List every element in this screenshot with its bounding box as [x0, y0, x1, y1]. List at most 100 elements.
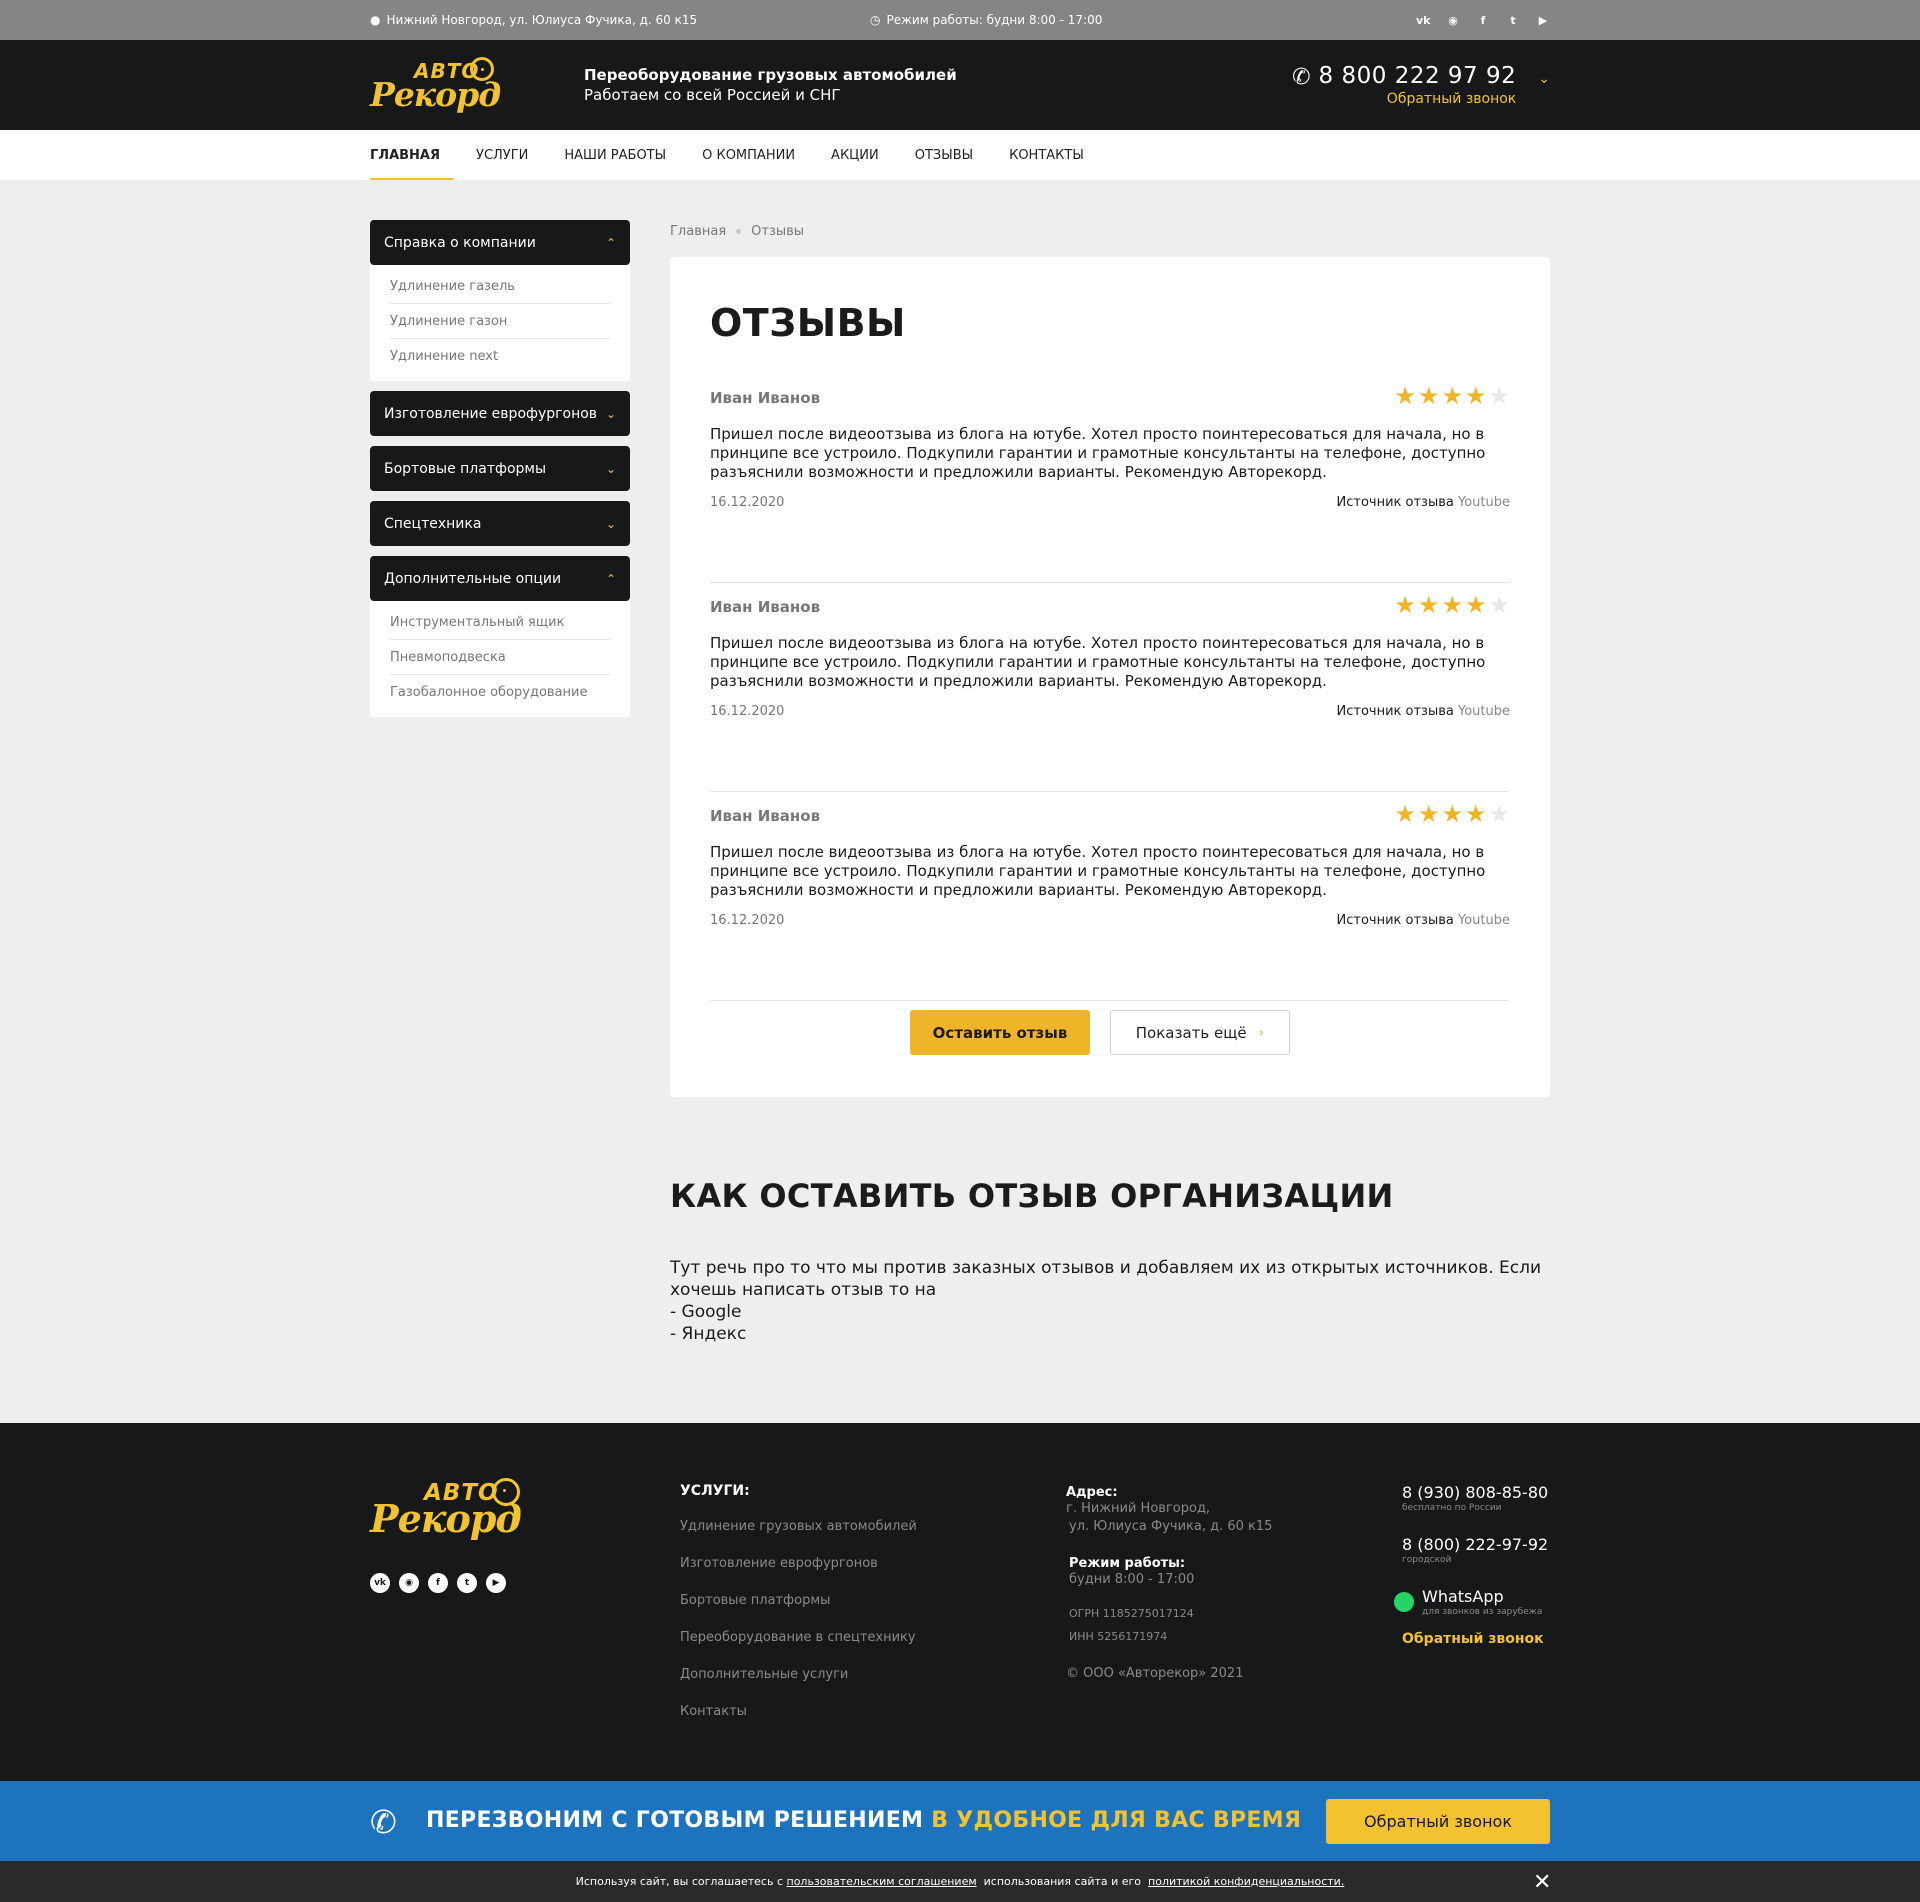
sidebar-group-special[interactable]: Спецтехника ⌄ — [370, 501, 630, 546]
top-address-text: Нижний Новгород, ул. Юлиуса Фучика, д. 6… — [386, 13, 698, 27]
logo[interactable]: АВТО Рекорд — [370, 57, 501, 114]
footer-service-link[interactable]: Переоборудование в спецтехнику — [680, 1630, 917, 1667]
footer-hours-title: Режим работы: — [1069, 1556, 1186, 1571]
sidebar-subitem[interactable]: Удлинение газель — [390, 269, 610, 304]
nav-item-home[interactable]: ГЛАВНАЯ — [370, 130, 455, 180]
sidebar-subitem[interactable]: Газобалонное оборудование — [390, 675, 610, 709]
review-source-label: Источник отзыва — [1336, 913, 1454, 928]
callback-banner: ✆ ПЕРЕЗВОНИМ С ГОТОВЫМ РЕШЕНИЕМ В УДОБНО… — [0, 1781, 1920, 1861]
phone-ringing-icon: ✆ — [370, 1803, 397, 1841]
review-source-label: Источник отзыва — [1336, 704, 1454, 719]
show-more-button[interactable]: Показать ещё › — [1110, 1010, 1290, 1055]
youtube-icon[interactable]: ▶ — [1536, 14, 1550, 27]
top-hours: ◷ Режим работы: будни 8:00 - 17:00 — [870, 13, 1102, 27]
facebook-icon[interactable]: f — [1476, 14, 1490, 27]
sidebar-group-platforms[interactable]: Бортовые платформы ⌄ — [370, 446, 630, 491]
review-source-value[interactable]: Youtube — [1458, 704, 1510, 719]
nav-item-about[interactable]: О КОМПАНИИ — [702, 130, 795, 180]
footer-service-link[interactable]: Дополнительные услуги — [680, 1667, 917, 1704]
privacy-policy-link[interactable]: политикой конфиденциальности. — [1148, 1875, 1344, 1888]
banner-callback-button[interactable]: Обратный звонок — [1326, 1799, 1550, 1844]
nav-item-services[interactable]: УСЛУГИ — [476, 130, 528, 180]
nav-item-reviews[interactable]: ОТЗЫВЫ — [915, 130, 973, 180]
footer-phone-2-note: городской — [1402, 1555, 1452, 1565]
cookie-text-part: использования сайта и его — [983, 1875, 1142, 1888]
footer-address: Адрес: г. Нижний Новгород, ул. Юлиуса Фу… — [1066, 1485, 1272, 1683]
chevron-right-icon: › — [1258, 1024, 1265, 1041]
sidebar-group-eurovans[interactable]: Изготовление еврофургонов ⌄ — [370, 391, 630, 436]
footer-phone-1[interactable]: 8 (930) 808-85-80 — [1402, 1483, 1548, 1502]
star-icon: ★ — [1417, 591, 1440, 619]
nav-item-promos[interactable]: АКЦИИ — [831, 130, 879, 180]
footer-inn: ИНН 5256171974 — [1069, 1630, 1168, 1643]
sidebar-subitem[interactable]: Удлинение next — [390, 339, 610, 373]
footer-ogrn: ОГРН 1185275017124 — [1069, 1607, 1194, 1620]
sidebar-group-header[interactable]: Дополнительные опции ⌃ — [370, 556, 630, 601]
reviews-card: ОТЗЫВЫ Иван Иванов ★ ★ ★ ★ ★ Пришел после ви… — [670, 257, 1550, 1097]
footer-whatsapp[interactable]: WhatsApp для звонков из зарубежа — [1394, 1587, 1548, 1617]
wheel-icon — [470, 57, 494, 81]
site-header: АВТО Рекорд Переоборудование грузовых ав… — [0, 40, 1920, 130]
sidebar-subitem[interactable]: Инструментальный ящик — [390, 605, 610, 640]
twitter-icon[interactable]: t — [457, 1573, 477, 1593]
sidebar-subitem[interactable]: Пневмоподвеска — [390, 640, 610, 675]
chevron-down-icon: ⌄ — [605, 406, 616, 421]
leave-review-button[interactable]: Оставить отзыв — [910, 1010, 1090, 1055]
header-callback-link[interactable]: Обратный звонок — [1319, 91, 1516, 107]
instagram-icon[interactable]: ◉ — [1446, 14, 1460, 27]
review-source: Источник отзыва Youtube — [1337, 495, 1510, 510]
review-source: Источник отзыва Youtube — [1337, 704, 1510, 719]
header-phone-block: ✆ 8 800 222 97 92 Обратный звонок ⌄ — [1292, 63, 1550, 107]
vk-icon[interactable]: vk — [370, 1573, 390, 1593]
header-phone-number[interactable]: 8 800 222 97 92 — [1319, 63, 1517, 89]
breadcrumb-home[interactable]: Главная — [670, 224, 726, 239]
nav-item-contacts[interactable]: КОНТАКТЫ — [1009, 130, 1084, 180]
review-source-value[interactable]: Youtube — [1458, 913, 1510, 928]
sidebar-sublist: Инструментальный ящик Пневмоподвеска Газ… — [370, 601, 630, 717]
review-item: Иван Иванов ★ ★ ★ ★ ★ Пришел после видеоотзы… — [710, 583, 1510, 792]
facebook-icon[interactable]: f — [428, 1573, 448, 1593]
footer-callback-link[interactable]: Обратный звонок — [1402, 1631, 1548, 1647]
footer-logo[interactable]: АВТО Рекорд — [370, 1478, 522, 1542]
star-icon: ★ — [1441, 382, 1463, 410]
header-tagline: Переоборудование грузовых автомобилей Ра… — [584, 66, 957, 104]
footer-service-link[interactable]: Бортовые платформы — [680, 1593, 917, 1630]
star-icon: ★ — [1441, 591, 1463, 619]
footer-service-link[interactable]: Изготовление еврофургонов — [680, 1556, 917, 1593]
star-empty-icon: ★ — [1488, 800, 1510, 828]
vk-icon[interactable]: vk — [1416, 14, 1431, 27]
review-rating: ★ ★ ★ ★ ★ — [1394, 382, 1510, 410]
star-icon: ★ — [1464, 591, 1487, 619]
top-socials: vk ◉ f t ▶ — [1416, 14, 1550, 27]
review-source: Источник отзыва Youtube — [1337, 913, 1510, 928]
review-date: 16.12.2020 — [710, 495, 785, 510]
review-source-value[interactable]: Youtube — [1458, 495, 1510, 510]
page-title: ОТЗЫВЫ — [710, 301, 906, 345]
sidebar: Справка о компании ⌃ Удлинение газель Уд… — [370, 220, 630, 727]
nav-item-works[interactable]: НАШИ РАБОТЫ — [564, 130, 666, 180]
sidebar-group-header[interactable]: Справка о компании ⌃ — [370, 220, 630, 265]
chevron-down-icon[interactable]: ⌄ — [1538, 71, 1550, 87]
banner-text: ПЕРЕЗВОНИМ С ГОТОВЫМ РЕШЕНИЕМ В УДОБНОЕ … — [426, 1808, 1301, 1833]
sidebar-subitem[interactable]: Удлинение газон — [390, 304, 610, 339]
footer-service-link[interactable]: Контакты — [680, 1704, 917, 1741]
chevron-up-icon: ⌃ — [605, 571, 616, 586]
twitter-icon[interactable]: t — [1506, 14, 1520, 27]
instagram-icon[interactable]: ◉ — [399, 1573, 419, 1593]
footer-phone-2[interactable]: 8 (800) 222-97-92 — [1402, 1535, 1548, 1554]
tagline-line1: Переоборудование грузовых автомобилей — [584, 66, 957, 84]
star-icon: ★ — [1394, 800, 1416, 828]
user-agreement-link[interactable]: пользовательским соглашением — [787, 1875, 977, 1888]
top-address: ● Нижний Новгород, ул. Юлиуса Фучика, д.… — [370, 13, 870, 27]
close-icon[interactable]: ✕ — [1533, 1870, 1551, 1895]
site-footer: АВТО Рекорд vk ◉ f t ▶ УСЛУГИ: Удлинение… — [0, 1423, 1920, 1781]
banner-callback-label: Обратный звонок — [1364, 1812, 1512, 1831]
breadcrumb-current: Отзывы — [751, 224, 805, 239]
youtube-icon[interactable]: ▶ — [486, 1573, 506, 1593]
sidebar-group-title: Справка о компании — [384, 234, 536, 251]
footer-phone-1-note: бесплатно по России — [1402, 1503, 1502, 1513]
footer-service-link[interactable]: Удлинение грузовых автомобилей — [680, 1519, 917, 1556]
star-icon: ★ — [1417, 800, 1440, 828]
tagline-line2: Работаем со всей Россией и СНГ — [584, 86, 841, 104]
footer-socials: vk ◉ f t ▶ — [370, 1573, 506, 1593]
